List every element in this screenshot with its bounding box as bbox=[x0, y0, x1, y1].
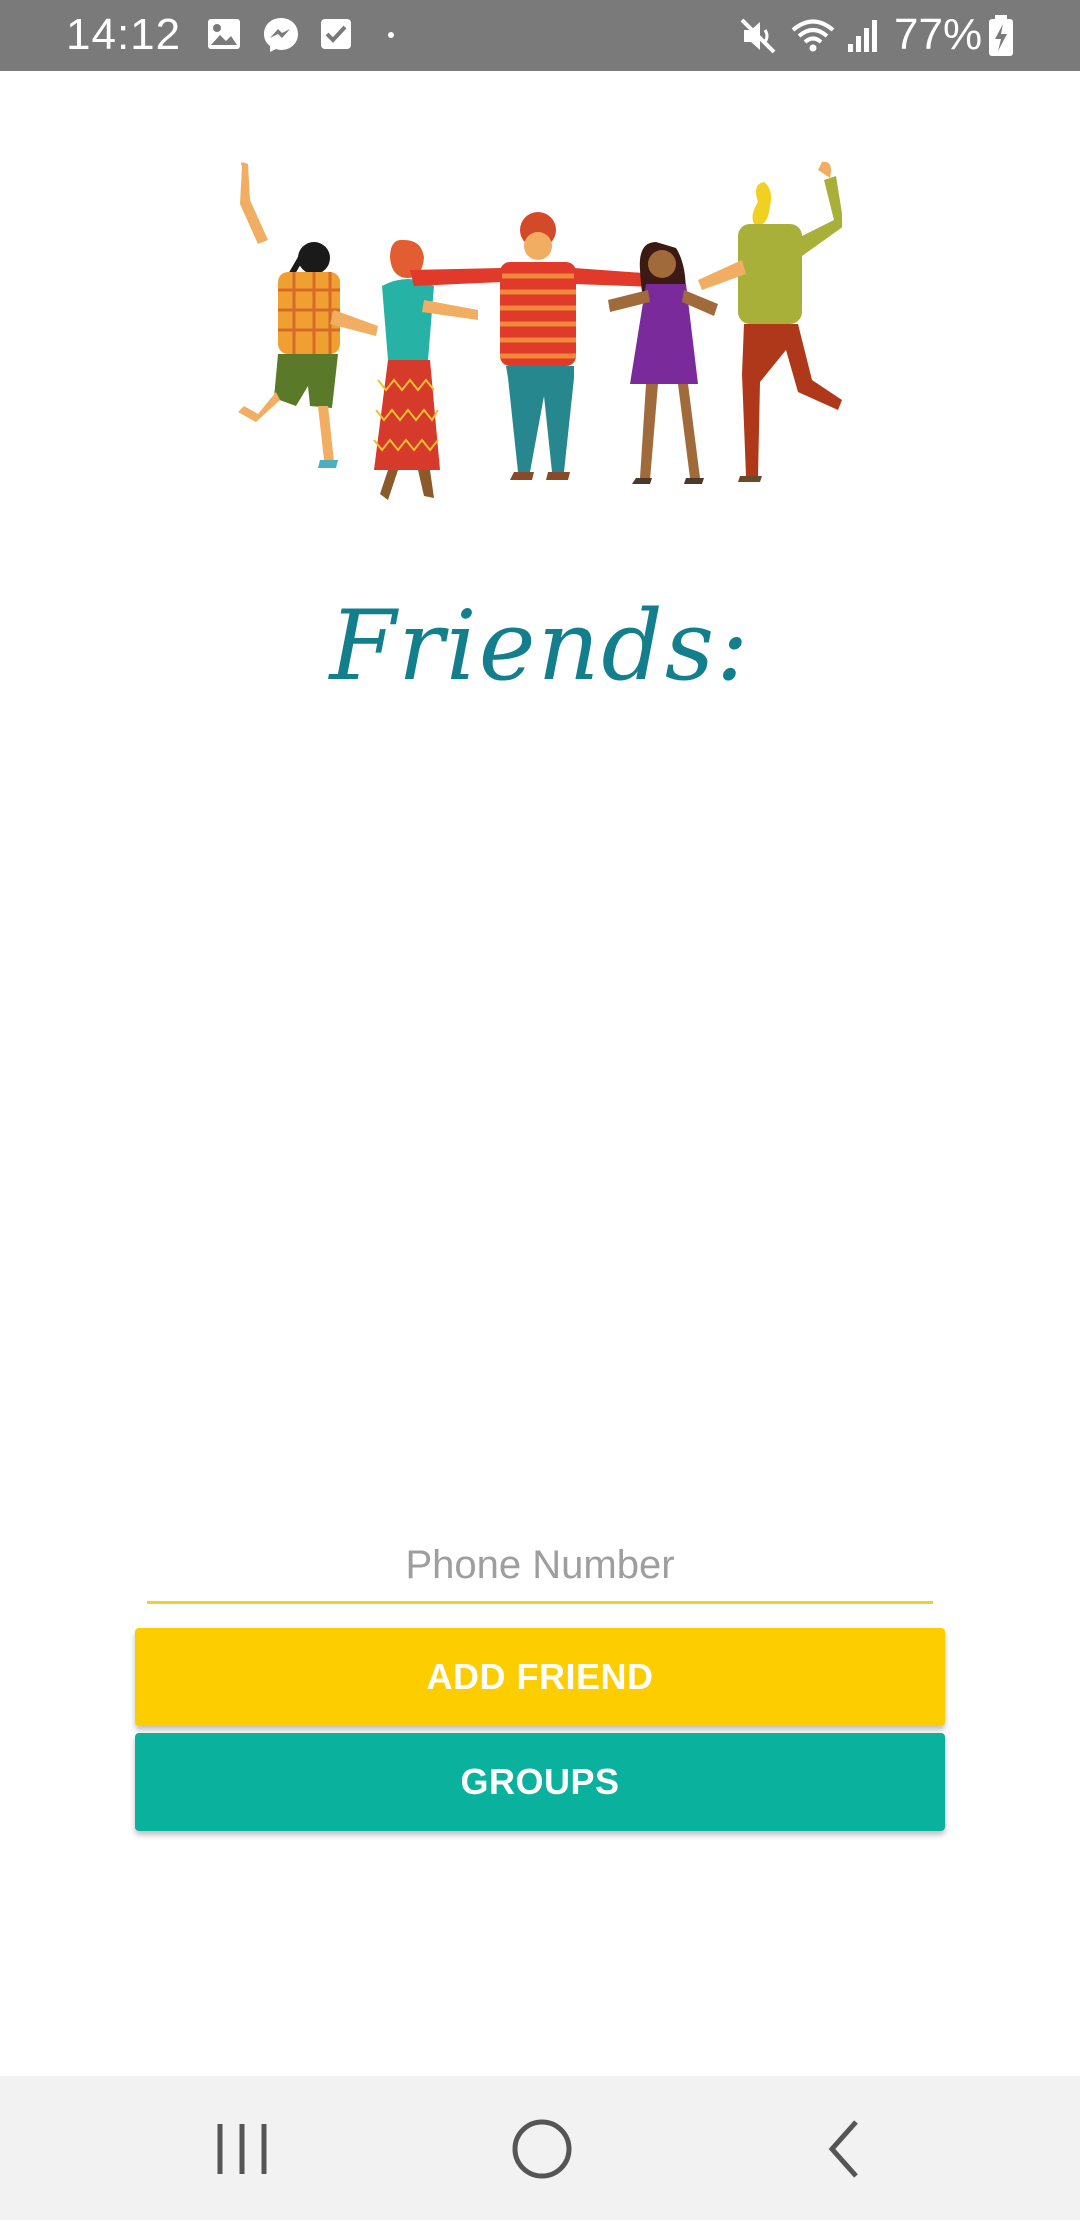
recent-apps-icon[interactable] bbox=[202, 2116, 282, 2182]
add-friend-button[interactable]: ADD FRIEND bbox=[135, 1628, 945, 1726]
signal-icon bbox=[848, 20, 877, 52]
dancing-friends-illustration bbox=[238, 161, 842, 500]
person-5 bbox=[698, 161, 842, 482]
status-bar: 14:12 77% bbox=[0, 0, 1080, 71]
home-icon[interactable] bbox=[502, 2116, 582, 2182]
phone-number-input[interactable] bbox=[147, 1530, 933, 1604]
person-1 bbox=[238, 162, 378, 468]
page-title: Friends: bbox=[329, 590, 751, 702]
navigation-bar bbox=[0, 2076, 1080, 2220]
status-time: 14:12 bbox=[66, 10, 182, 59]
mute-icon bbox=[740, 18, 776, 54]
messenger-icon bbox=[264, 18, 298, 52]
groups-button[interactable]: GROUPS bbox=[135, 1733, 945, 1831]
wifi-icon bbox=[791, 19, 835, 52]
checkbox-icon bbox=[321, 19, 351, 49]
battery-percentage: 77% bbox=[894, 10, 983, 59]
dot-icon bbox=[388, 32, 394, 38]
back-icon[interactable] bbox=[804, 2116, 884, 2182]
gallery-icon bbox=[208, 19, 240, 49]
battery-icon bbox=[989, 15, 1013, 56]
